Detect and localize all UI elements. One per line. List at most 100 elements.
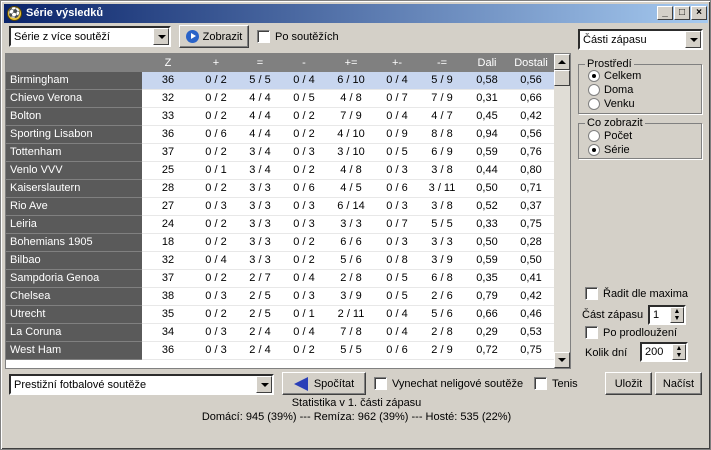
table-cell: 0 / 7: [386, 218, 408, 230]
table-row[interactable]: La Coruna 34 0 / 3 2 / 4 0 / 4 7 / 8 0 / 4 2 / …: [6, 324, 554, 342]
tennis-checkbox[interactable]: Tenis: [534, 377, 578, 390]
table-cell: 0,50: [520, 254, 542, 266]
close-button[interactable]: ×: [691, 6, 707, 20]
chevron-down-icon[interactable]: [685, 31, 701, 48]
table-cell: 0 / 7: [386, 92, 408, 104]
table-cell: 3 / 3: [249, 218, 271, 230]
table-row[interactable]: Rio Ave 27 0 / 3 3 / 3 0 / 3 6 / 14 0 / 3 3 / 8…: [6, 198, 554, 216]
table-cell: 3 / 4: [249, 164, 271, 176]
table-cell: 3 / 8: [431, 200, 453, 212]
overtime-box[interactable]: [585, 326, 598, 339]
col-header-z[interactable]: Z: [142, 57, 194, 69]
stepper-arrows-icon[interactable]: ▲ ▼: [670, 307, 684, 323]
table-row[interactable]: West Ham 36 0 / 3 2 / 4 0 / 2 5 / 5 0 / 6 2 / 9…: [6, 342, 554, 360]
table-row[interactable]: Venlo VVV 25 0 / 1 3 / 4 0 / 2 4 / 8 0 / 3 3 / …: [6, 162, 554, 180]
table-cell: 18: [161, 236, 175, 248]
col-header-plus[interactable]: +: [194, 57, 238, 69]
table-row[interactable]: Sporting Lisabon 36 0 / 6 4 / 4 0 / 2 4 / 10 0…: [6, 126, 554, 144]
skip-non-league-box[interactable]: [374, 377, 387, 390]
col-header-minus[interactable]: -: [282, 57, 326, 69]
table-cell: 0,33: [476, 218, 498, 230]
maximize-button[interactable]: □: [674, 6, 690, 20]
vertical-scrollbar[interactable]: [554, 54, 570, 368]
table-row[interactable]: Kaiserslautern 28 0 / 2 3 / 3 0 / 6 4 / 5 0 / …: [6, 180, 554, 198]
sort-by-max-checkbox[interactable]: Řadit dle maxima: [585, 287, 688, 300]
table-row[interactable]: Sampdoria Genoa 37 0 / 2 2 / 7 0 / 4 2 / 8 0 /…: [6, 270, 554, 288]
table-row[interactable]: Leiria 24 0 / 2 3 / 3 0 / 3 3 / 3 0 / 7 5 / 5 0,…: [6, 216, 554, 234]
overtime-checkbox[interactable]: Po prodloužení: [585, 326, 677, 339]
match-part-stepper[interactable]: 1 ▲ ▼: [648, 305, 686, 325]
col-header-dali[interactable]: Dali: [466, 57, 508, 69]
table-cell: 0 / 2: [205, 308, 227, 320]
table-cell: 0 / 3: [386, 236, 408, 248]
table-row[interactable]: Chelsea 38 0 / 3 2 / 5 0 / 3 3 / 9 0 / 5 2 / 6 0…: [6, 288, 554, 306]
calculate-button[interactable]: Spočítat: [282, 372, 366, 395]
radio-selected-icon[interactable]: [588, 70, 600, 82]
table-cell: 0 / 3: [293, 200, 315, 212]
show-button[interactable]: Zobrazit: [179, 25, 249, 48]
scroll-down-icon[interactable]: [554, 352, 570, 368]
environment-option-home[interactable]: Doma: [588, 84, 633, 96]
sort-by-max-box[interactable]: [585, 287, 598, 300]
match-part-combo[interactable]: Části zápasu: [578, 29, 703, 50]
mode-combo[interactable]: Série z více soutěží: [9, 26, 171, 47]
scroll-up-icon[interactable]: [554, 54, 570, 70]
col-header-equal[interactable]: =: [238, 57, 282, 69]
radio-selected-icon[interactable]: [588, 144, 600, 156]
table-cell: 0,59: [476, 254, 498, 266]
table-cell: 37: [161, 272, 175, 284]
table-row[interactable]: Chievo Verona 32 0 / 2 4 / 4 0 / 5 4 / 8 0 / 7…: [6, 90, 554, 108]
environment-option-away[interactable]: Venku: [588, 98, 635, 110]
stepper-arrows-icon[interactable]: ▲ ▼: [672, 344, 686, 360]
tennis-box[interactable]: [534, 377, 547, 390]
load-button[interactable]: Načíst: [655, 372, 702, 395]
results-table: Z + = - += +- -= Dali Dostali Birmingham…: [5, 53, 571, 369]
row-cells: 25 0 / 1 3 / 4 0 / 2 4 / 8 0 / 3 3 / 8 0,44 0,80: [142, 162, 554, 180]
table-cell: 0,58: [476, 74, 498, 86]
by-competition-checkbox[interactable]: Po soutěžích: [257, 30, 339, 43]
chevron-down-icon[interactable]: [153, 28, 169, 45]
table-row[interactable]: Tottenham 37 0 / 2 3 / 4 0 / 3 3 / 10 0 / 5 6 /…: [6, 144, 554, 162]
table-cell: 5 / 5: [431, 218, 453, 230]
table-cell: 0,79: [476, 290, 498, 302]
radio-icon[interactable]: [588, 130, 600, 142]
table-row[interactable]: Bolton 33 0 / 2 4 / 4 0 / 2 7 / 9 0 / 4 4 / 7 0,…: [6, 108, 554, 126]
radio-icon[interactable]: [588, 98, 600, 110]
environment-option-total[interactable]: Celkem: [588, 70, 641, 82]
table-cell: 2 / 9: [431, 344, 453, 356]
scroll-thumb[interactable]: [554, 70, 570, 86]
col-header-dostali[interactable]: Dostali: [508, 57, 554, 69]
table-cell: 0 / 4: [205, 254, 227, 266]
team-name-cell: Leiria: [6, 216, 142, 234]
table-cell: 0,50: [476, 236, 498, 248]
display-option-series[interactable]: Série: [588, 144, 630, 156]
display-option-count[interactable]: Počet: [588, 130, 632, 142]
skip-non-league-checkbox[interactable]: Vynechat neligové soutěže: [374, 377, 523, 390]
row-cells: 32 0 / 2 4 / 4 0 / 5 4 / 8 0 / 7 7 / 9 0,31 0,66: [142, 90, 554, 108]
row-cells: 34 0 / 3 2 / 4 0 / 4 7 / 8 0 / 4 2 / 8 0,29 0,53: [142, 324, 554, 342]
table-cell: 0,66: [520, 92, 542, 104]
table-row[interactable]: Utrecht 35 0 / 2 2 / 5 0 / 1 2 / 11 0 / 4 5 / 6…: [6, 306, 554, 324]
table-cell: 0,72: [476, 344, 498, 356]
environment-group-title: Prostředí: [585, 58, 634, 70]
by-competition-box[interactable]: [257, 30, 270, 43]
chevron-down-icon[interactable]: [256, 376, 272, 393]
save-button[interactable]: Uložit: [605, 372, 652, 395]
table-cell: 0 / 4: [386, 74, 408, 86]
table-cell: 0 / 2: [205, 92, 227, 104]
display-option-series-label: Série: [604, 144, 630, 156]
col-header-minus-equal[interactable]: -=: [418, 57, 466, 69]
col-header-plus-minus[interactable]: +-: [376, 57, 418, 69]
radio-icon[interactable]: [588, 84, 600, 96]
table-cell: 0 / 9: [386, 128, 408, 140]
col-header-plus-equal[interactable]: +=: [326, 57, 376, 69]
table-cell: 0 / 2: [293, 236, 315, 248]
table-row[interactable]: Birmingham 36 0 / 2 5 / 5 0 / 4 6 / 10 0 / 4 5 …: [6, 72, 554, 90]
competition-combo[interactable]: Prestižní fotbalové soutěže: [9, 374, 274, 395]
table-row[interactable]: Bilbao 32 0 / 4 3 / 3 0 / 2 5 / 6 0 / 8 3 / 9 0,…: [6, 252, 554, 270]
minimize-button[interactable]: _: [657, 6, 673, 20]
table-row[interactable]: Bohemians 1905 18 0 / 2 3 / 3 0 / 2 6 / 6 0 / …: [6, 234, 554, 252]
row-cells: 33 0 / 2 4 / 4 0 / 2 7 / 9 0 / 4 4 / 7 0,45 0,42: [142, 108, 554, 126]
table-cell: 0 / 5: [386, 290, 408, 302]
days-stepper[interactable]: 200 ▲ ▼: [640, 342, 688, 362]
